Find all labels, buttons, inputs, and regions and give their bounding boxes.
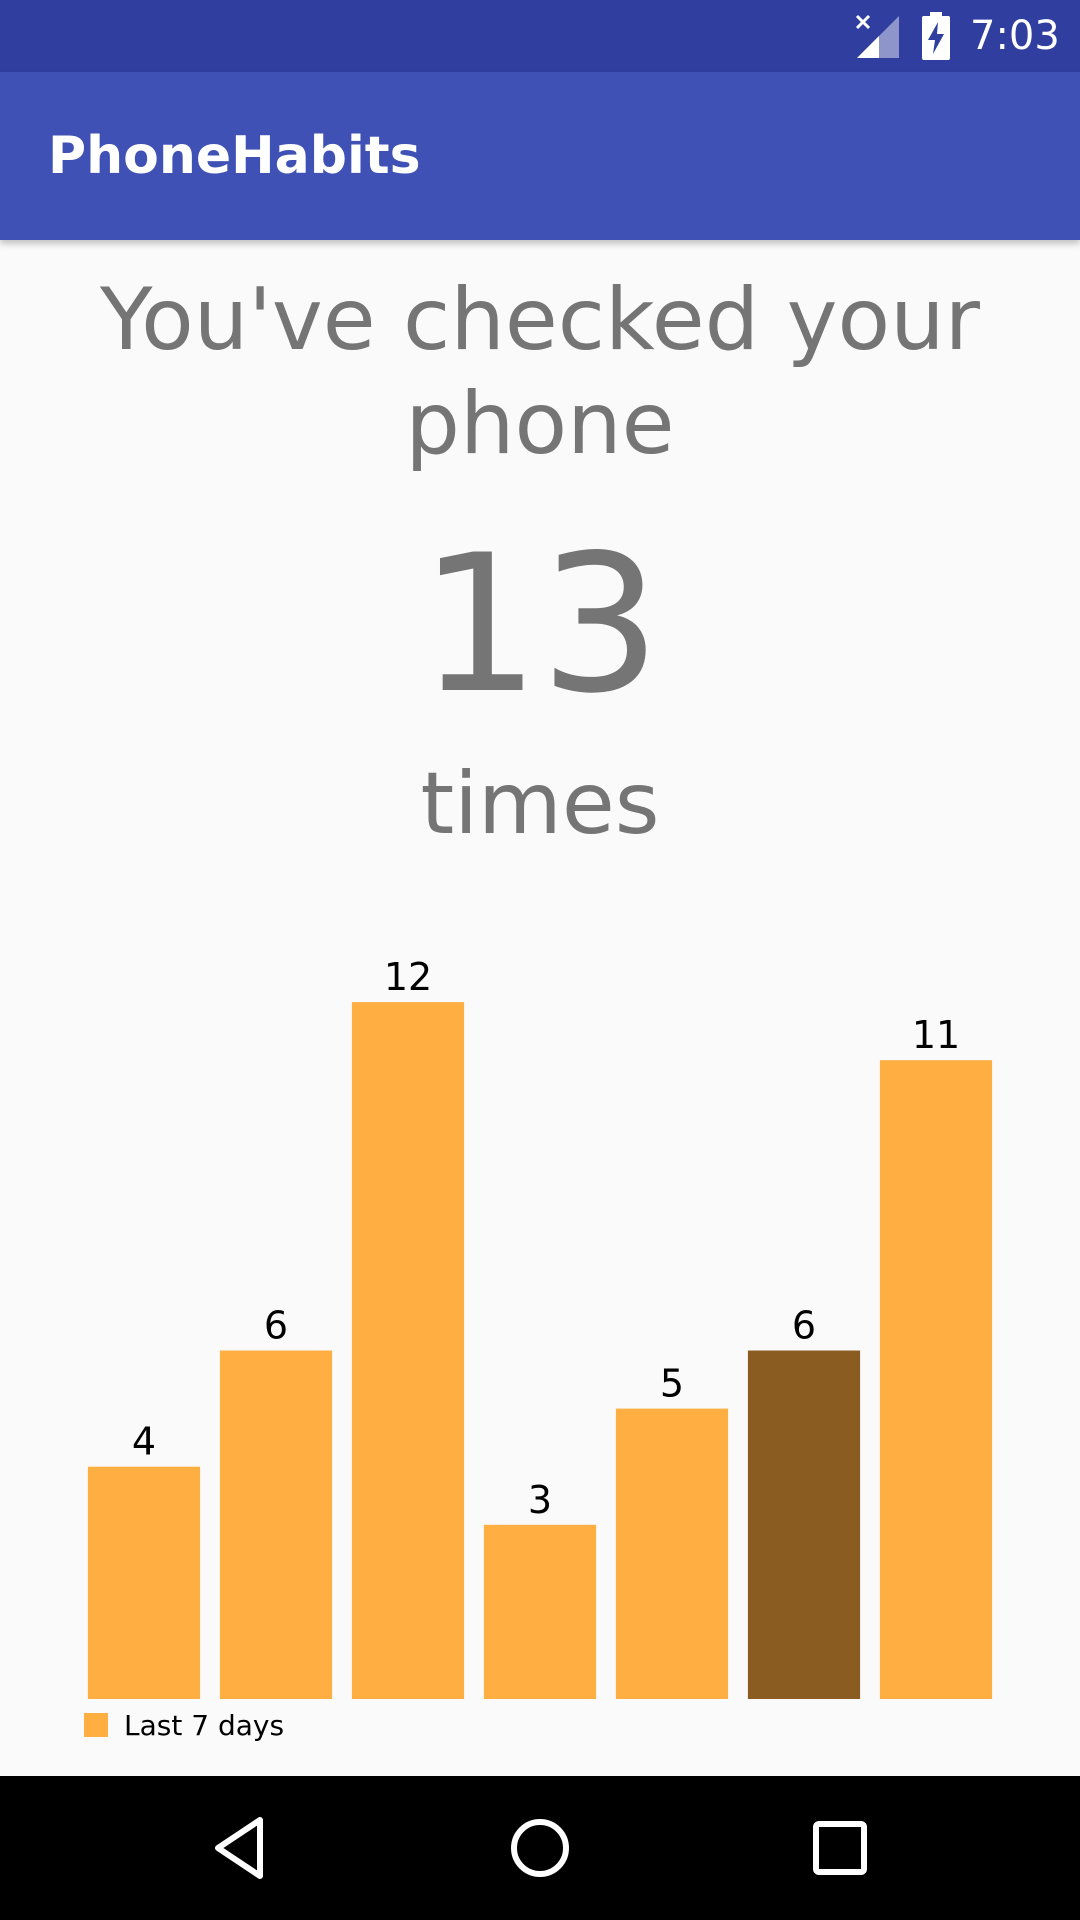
legend-swatch [84, 1713, 108, 1737]
screen: 7:03 PhoneHabits You've checked your pho… [0, 0, 1080, 1920]
app-title: PhoneHabits [48, 126, 421, 186]
count-unit: times [420, 754, 660, 854]
chart-bar[interactable] [87, 1466, 201, 1699]
bar-chart: 4 6 12 3 5 6 11 [0, 900, 1080, 1750]
bar-value-label: 5 [660, 1362, 684, 1406]
chart-bar[interactable] [219, 1350, 333, 1700]
chart-bar[interactable] [483, 1524, 597, 1699]
recents-icon [813, 1821, 867, 1875]
chart-bar[interactable] [351, 1002, 465, 1699]
status-time: 7:03 [970, 13, 1060, 59]
back-icon [215, 1817, 263, 1879]
bar-chart-svg: 4 6 12 3 5 6 11 [87, 955, 993, 1700]
check-count: 13 [419, 514, 661, 735]
chart-bar[interactable] [879, 1060, 993, 1699]
recents-button[interactable] [798, 1806, 882, 1890]
status-bar: 7:03 [0, 0, 1080, 72]
back-button[interactable] [198, 1806, 282, 1890]
headline: You've checked your phone [100, 270, 980, 474]
bar-value-label: 4 [132, 1420, 156, 1464]
chart-bar[interactable] [615, 1408, 729, 1699]
bar-value-label: 12 [384, 955, 432, 999]
chart-bar[interactable] [747, 1350, 861, 1700]
home-button[interactable] [498, 1806, 582, 1890]
app-bar: PhoneHabits [0, 72, 1080, 240]
chart-legend: Last 7 days [84, 1708, 284, 1742]
home-icon [511, 1819, 569, 1877]
bar-value-label: 6 [792, 1304, 816, 1348]
bar-value-label: 11 [912, 1013, 960, 1057]
battery-charging-icon [922, 12, 950, 60]
navigation-bar [0, 1776, 1080, 1920]
signal-no-service-icon [855, 14, 899, 58]
bar-value-label: 6 [264, 1304, 288, 1348]
legend-label: Last 7 days [124, 1708, 285, 1742]
bar-value-label: 3 [528, 1478, 552, 1522]
